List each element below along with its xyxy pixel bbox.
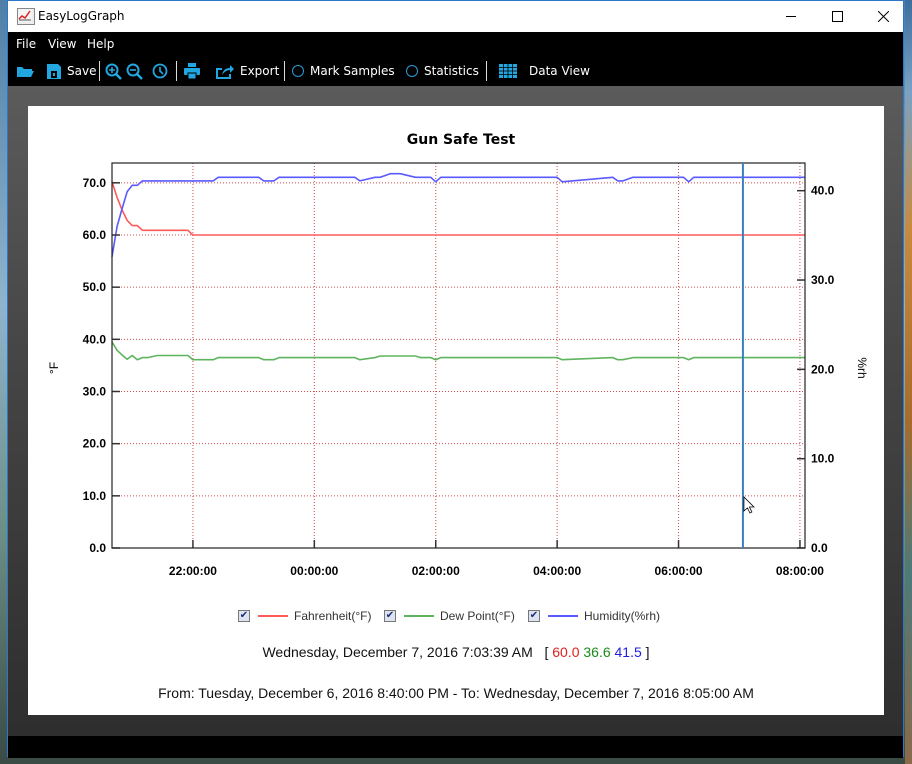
- y2-tick-label: 10.0: [811, 452, 835, 466]
- app-logo-icon: [17, 8, 35, 25]
- open-button[interactable]: [16, 56, 34, 86]
- readout-close-bracket: ]: [645, 644, 650, 660]
- cursor-readout: Wednesday, December 7, 2016 7:03:39 AM […: [28, 644, 884, 660]
- app-window: EasyLogGraph File View Help Save Export …: [7, 0, 904, 758]
- humidity-series-line: [111, 172, 805, 257]
- y2-tick-label: 0.0: [811, 541, 828, 555]
- zoom-out-icon: [126, 63, 143, 80]
- window-title: EasyLogGraph: [38, 9, 125, 23]
- statistics-button[interactable]: Statistics: [406, 56, 479, 86]
- x-tick-label: 06:00:00: [655, 564, 703, 578]
- zoom-in-button[interactable]: [105, 56, 122, 86]
- time-range-button[interactable]: [152, 56, 168, 86]
- y-tick-label: 50.0: [83, 280, 107, 294]
- fahrenheit-legend-line: [258, 615, 288, 617]
- dew-point-series-line: [111, 341, 805, 361]
- export-button[interactable]: Export: [215, 56, 279, 86]
- statistics-label: Statistics: [424, 64, 479, 78]
- minimize-button[interactable]: [768, 1, 814, 32]
- cursor-group: [741, 163, 755, 548]
- y-tick-label: 0.0: [89, 541, 106, 555]
- menu-file[interactable]: File: [16, 37, 36, 51]
- readout-dew-point: 36.6: [583, 644, 611, 660]
- data-view-button[interactable]: Data View: [499, 56, 590, 86]
- chart-panel: Gun Safe Test 0.0 10.0 20.0 30.0 40.0 50.0 60.…: [28, 106, 884, 715]
- y-tick-label: 20.0: [83, 437, 107, 451]
- menu-view[interactable]: View: [48, 37, 76, 51]
- x-tick-label: 02:00:00: [412, 564, 460, 578]
- readout-fahrenheit: 60.0: [552, 644, 580, 660]
- statistics-radio-icon: [406, 65, 418, 77]
- y-tick-label: 10.0: [83, 489, 107, 503]
- menu-bar: File View Help: [8, 32, 903, 56]
- humidity-checkbox[interactable]: ✔: [528, 610, 540, 622]
- humidity-legend-label: Humidity(%rh): [584, 609, 661, 623]
- legend-item-dew-point: ✔ Dew Point(°F): [384, 608, 515, 624]
- fahrenheit-series-line: [111, 181, 805, 236]
- dew-point-checkbox[interactable]: ✔: [384, 610, 396, 622]
- maximize-icon: [831, 11, 843, 22]
- cursor-timestamp: Wednesday, December 7, 2016 7:03:39 AM: [262, 644, 533, 660]
- zoom-out-button[interactable]: [126, 56, 143, 86]
- y-tick-label: 40.0: [83, 332, 107, 346]
- dew-point-legend-line: [404, 615, 434, 617]
- readout-open-bracket: [: [544, 644, 549, 660]
- desktop-wallpaper: [905, 0, 912, 764]
- close-button[interactable]: [860, 1, 906, 32]
- fahrenheit-checkbox[interactable]: ✔: [238, 610, 250, 622]
- legend-item-fahrenheit: ✔ Fahrenheit(°F): [238, 608, 372, 624]
- date-range-text: From: Tuesday, December 6, 2016 8:40:00 …: [158, 685, 754, 701]
- legend-item-humidity: ✔ Humidity(%rh): [528, 608, 660, 624]
- x-tick-label: 08:00:00: [776, 564, 824, 578]
- export-icon: [216, 64, 234, 79]
- axes: 0.0 10.0 20.0 30.0 40.0 50.0 60.0 70.0 0.0 10.0 20…: [83, 162, 835, 578]
- maximize-button[interactable]: [814, 1, 860, 32]
- grid-lines: [112, 163, 805, 548]
- readout-humidity: 41.5: [614, 644, 642, 660]
- zoom-in-icon: [105, 63, 122, 80]
- mark-samples-radio-icon: [292, 65, 304, 77]
- save-button[interactable]: Save: [47, 56, 96, 86]
- toolbar-separator: [99, 61, 100, 81]
- fahrenheit-legend-label: Fahrenheit(°F): [294, 609, 372, 623]
- x-tick-label: 22:00:00: [169, 564, 217, 578]
- close-icon: [877, 11, 889, 22]
- y2-tick-label: 40.0: [811, 184, 835, 198]
- plot-frame: [111, 162, 806, 549]
- minimize-icon: [786, 16, 796, 17]
- dew-point-legend-label: Dew Point(°F): [440, 609, 515, 623]
- toolbar-separator: [176, 61, 177, 81]
- mouse-pointer-icon: [743, 496, 755, 514]
- series-group: [111, 172, 805, 361]
- mark-samples-label: Mark Samples: [310, 64, 395, 78]
- x-tick-label: 00:00:00: [290, 564, 338, 578]
- clock-icon: [152, 63, 168, 79]
- printer-icon: [184, 63, 200, 79]
- title-bar[interactable]: EasyLogGraph: [8, 1, 903, 32]
- export-label: Export: [240, 64, 280, 78]
- y-tick-label: 30.0: [83, 384, 107, 398]
- chart-title: Gun Safe Test: [407, 132, 516, 148]
- table-grid-icon: [499, 64, 517, 78]
- y-axis-label: °F: [47, 362, 61, 374]
- y2-tick-label: 30.0: [811, 273, 835, 287]
- toolbar: Save Export Mark Samples Statistics Data…: [8, 56, 903, 86]
- save-label: Save: [67, 64, 97, 78]
- y-tick-label: 60.0: [83, 228, 107, 242]
- x-tick-label: 04:00:00: [533, 564, 581, 578]
- status-bar: [8, 736, 903, 758]
- y2-tick-label: 20.0: [811, 362, 835, 376]
- folder-open-icon: [17, 67, 34, 77]
- humidity-legend-line: [548, 615, 578, 617]
- chart[interactable]: Gun Safe Test 0.0 10.0 20.0 30.0 40.0 50.0 60.…: [28, 106, 884, 606]
- print-button[interactable]: [184, 56, 200, 86]
- toolbar-separator: [284, 61, 285, 81]
- menu-help[interactable]: Help: [87, 37, 114, 51]
- toolbar-separator: [486, 61, 487, 81]
- y-tick-label: 70.0: [83, 176, 107, 190]
- data-view-label: Data View: [529, 64, 590, 78]
- y2-axis-label: %rh: [855, 357, 869, 378]
- save-icon: [47, 63, 61, 79]
- mark-samples-button[interactable]: Mark Samples: [292, 56, 395, 86]
